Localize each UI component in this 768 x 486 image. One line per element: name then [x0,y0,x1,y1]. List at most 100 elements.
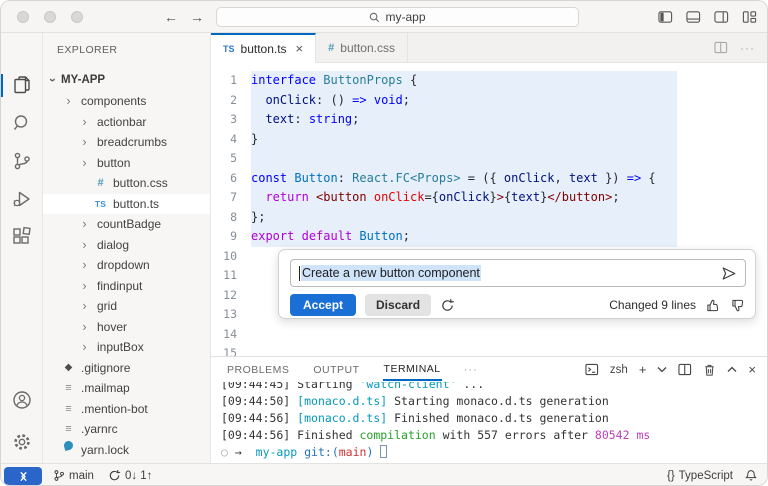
code-line-15[interactable]: 15 [211,344,768,356]
branch-indicator[interactable]: main [53,469,94,482]
customize-layout-icon[interactable] [742,10,757,24]
tree-item-label: yarn.lock [81,443,129,457]
ts-file-icon: TS [223,44,235,54]
toggle-panel-icon[interactable] [686,10,701,24]
line-number: 5 [211,149,251,169]
tree-item-yarnrc[interactable]: ≡.yarnrc [43,419,210,440]
tab-button-css[interactable]: # button.css [316,33,408,63]
text-file-icon: ≡ [61,403,76,415]
remote-indicator[interactable] [4,467,42,485]
toggle-primary-sidebar-icon[interactable] [658,10,673,24]
notifications-bell-icon[interactable] [745,469,757,482]
forward-arrow-icon[interactable]: → [190,8,204,26]
tree-item-breadcrumbs[interactable]: ›breadcrumbs [43,132,210,153]
zoom-window-button[interactable] [71,11,83,23]
code-text: }; [251,208,265,228]
tree-item-hover[interactable]: ›hover [43,317,210,338]
source-control-icon[interactable] [11,150,33,172]
terminal-line: [09:44:56] Finished compilation with 557… [221,427,768,444]
tree-item-dialog[interactable]: ›dialog [43,235,210,256]
code-line-5[interactable]: 5 [211,149,768,169]
discard-button[interactable]: Discard [365,294,431,316]
chevron-right-icon: › [77,115,92,129]
tree-item-dropdown[interactable]: ›dropdown [43,255,210,276]
inline-chat-input[interactable]: Create a new button component [290,259,746,287]
toggle-secondary-sidebar-icon[interactable] [714,10,729,24]
tree-item-mailmap[interactable]: ≡.mailmap [43,378,210,399]
code-line-8[interactable]: 8}; [211,208,768,228]
line-number: 14 [211,325,251,345]
tree-item-button-css[interactable]: #button.css [43,173,210,194]
line-number: 8 [211,208,251,228]
tree-item-gitignore[interactable]: ◆.gitignore [43,358,210,379]
extensions-icon[interactable] [11,226,33,248]
code-line-7[interactable]: 7 return <button onClick={onClick}>{text… [211,188,768,208]
close-window-button[interactable] [17,11,29,23]
minimize-window-button[interactable] [44,11,56,23]
split-editor-icon[interactable] [714,41,728,54]
tab-output[interactable]: OUTPUT [312,359,360,380]
language-indicator[interactable]: {} TypeScript [667,470,733,482]
terminal-output[interactable]: [09:44:45] Starting 'watch-client' ...[0… [211,382,768,464]
git-file-icon: ◆ [61,362,76,373]
explorer-icon[interactable] [11,74,33,96]
inline-chat-widget: Create a new button component Accept Dis… [278,249,756,319]
tab-problems[interactable]: PROBLEMS [226,359,290,380]
panel-header: PROBLEMS OUTPUT TERMINAL ··· zsh + × [211,357,768,382]
tab-terminal[interactable]: TERMINAL [383,358,442,381]
braces-icon: {} [667,470,675,482]
new-terminal-icon[interactable]: + [639,363,647,376]
code-line-4[interactable]: 4} [211,130,768,150]
tab-label: button.css [340,41,395,55]
send-button[interactable] [721,266,737,281]
thumbs-up-icon[interactable] [706,298,721,313]
line-number: 4 [211,130,251,150]
split-terminal-icon[interactable] [678,363,692,376]
tree-root-my-app[interactable]: › MY-APP [43,69,210,90]
tab-button-ts[interactable]: TS button.ts × [211,33,316,63]
close-panel-icon[interactable]: × [748,363,756,376]
search-icon[interactable] [11,112,33,134]
code-text: onClick: () => void; [251,91,410,111]
tree-item-button[interactable]: ›button [43,153,210,174]
shell-label: zsh [610,364,628,376]
more-actions-icon[interactable]: ··· [740,41,755,55]
code-text: const Button: React.FC<Props> = ({ onCli… [251,169,656,189]
tree-item-findinput[interactable]: ›findinput [43,276,210,297]
kill-terminal-icon[interactable] [703,363,716,377]
line-number: 1 [211,71,251,91]
close-tab-icon[interactable]: × [296,41,304,56]
code-line-6[interactable]: 6const Button: React.FC<Props> = ({ onCl… [211,169,768,189]
tree-item-yarn-lock[interactable]: yarn.lock [43,440,210,461]
tree-item-actionbar[interactable]: ›actionbar [43,112,210,133]
tree-item-inputBox[interactable]: ›inputBox [43,337,210,358]
line-number: 3 [211,110,251,130]
more-panel-tabs-icon[interactable]: ··· [464,364,478,376]
code-line-2[interactable]: 2 onClick: () => void; [211,91,768,111]
tree-item-countBadge[interactable]: ›countBadge [43,214,210,235]
tree-item-button-ts[interactable]: TSbutton.ts [43,194,210,215]
regenerate-icon[interactable] [440,298,455,313]
tree-item-grid[interactable]: ›grid [43,296,210,317]
code-line-3[interactable]: 3 text: string; [211,110,768,130]
maximize-panel-icon[interactable] [727,366,737,373]
vscode-window: ← → my-app EXPLORER › MY-APP ›components… [0,0,768,486]
account-icon[interactable] [11,389,33,411]
sync-indicator[interactable]: 0↓ 1↑ [108,469,153,482]
chevron-right-icon: › [77,258,92,272]
code-line-14[interactable]: 14 [211,325,768,345]
accept-button[interactable]: Accept [290,294,356,316]
back-arrow-icon[interactable]: ← [164,8,178,26]
settings-gear-icon[interactable] [11,431,33,453]
command-center[interactable]: my-app [216,7,579,27]
sidebar-title: EXPLORER [57,44,117,56]
thumbs-down-icon[interactable] [731,298,746,313]
run-and-debug-icon[interactable] [11,188,33,210]
line-number: 10 [211,247,251,267]
code-line-1[interactable]: 1interface ButtonProps { [211,71,768,91]
code-line-9[interactable]: 9export default Button; [211,227,768,247]
tree-item-components[interactable]: ›components [43,91,210,112]
chevron-down-icon[interactable] [657,366,667,373]
tree-item-mention-bot[interactable]: ≡.mention-bot [43,399,210,420]
code-text: } [251,130,258,150]
